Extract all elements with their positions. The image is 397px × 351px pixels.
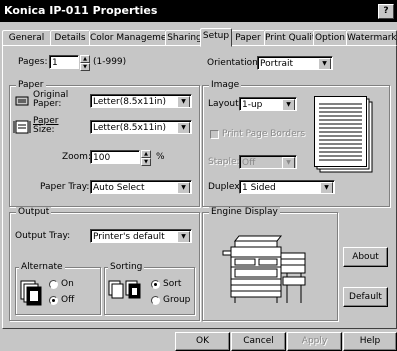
ok-button[interactable]: OK	[175, 332, 230, 351]
paper-size-value: Letter(8.5x11in)	[93, 123, 167, 133]
output-tray-value: Printer's default	[93, 232, 165, 242]
output-legend: Output	[16, 207, 52, 217]
paper-group: Paper Original Paper: Letter(8.5x11in) ▼…	[9, 80, 200, 207]
paper-tray-select[interactable]: Auto Select ▼	[90, 180, 192, 194]
alternate-on-label: On	[61, 279, 74, 289]
setup-panel: Pages: 1 ▲ ▼ (1-999) Orientation: Portrai…	[2, 45, 397, 329]
chevron-down-icon: ▼	[177, 96, 190, 107]
paper-size-select[interactable]: Letter(8.5x11in) ▼	[90, 120, 192, 134]
chevron-down-icon: ▼	[282, 157, 295, 168]
page-layout-preview	[314, 96, 373, 173]
sorting-collate-icon	[108, 280, 141, 299]
sort-label: Sort	[163, 279, 182, 289]
print-page-borders-label: Print Page Borders	[222, 129, 306, 139]
staple-value: Off	[242, 158, 256, 168]
title-bar: Konica IP-011 Properties ?	[0, 0, 397, 22]
alternate-stack-icon	[20, 280, 42, 306]
zoom-label: Zoom:	[62, 152, 91, 162]
orientation-select[interactable]: Portrait ▼	[257, 56, 333, 70]
output-tray-select[interactable]: Printer's default ▼	[90, 229, 192, 243]
sorting-group: Sorting Sort Group	[104, 262, 195, 315]
output-group: Output Output Tray: Printer's default ▼ …	[9, 207, 200, 321]
paper-legend: Paper	[16, 80, 46, 90]
zoom-spinner[interactable]: ▲ ▼	[141, 150, 151, 166]
help-button-bottom[interactable]: Help	[343, 332, 397, 351]
spin-down-icon[interactable]: ▼	[80, 63, 90, 71]
engine-display-group: Engine Display	[202, 207, 338, 321]
orientation-label: Orientation:	[207, 58, 261, 68]
orientation-value: Portrait	[260, 59, 294, 69]
pages-label: Pages:	[18, 57, 48, 67]
chevron-down-icon: ▼	[177, 122, 190, 133]
chevron-down-icon: ▼	[177, 182, 190, 193]
spin-up-icon[interactable]: ▲	[80, 55, 90, 63]
chevron-down-icon: ▼	[177, 231, 190, 242]
image-group: Image Layout: 1-up ▼ Print Page Borders …	[202, 80, 390, 207]
original-paper-label-2: Paper:	[33, 99, 62, 109]
original-paper-select[interactable]: Letter(8.5x11in) ▼	[90, 94, 192, 108]
output-tray-label: Output Tray:	[15, 231, 71, 241]
paper-size-icon	[13, 120, 31, 134]
paper-tray-value: Auto Select	[93, 183, 145, 193]
pages-spinner[interactable]: ▲ ▼	[80, 55, 90, 71]
alternate-group: Alternate On Off	[15, 262, 101, 315]
alternate-off-label: Off	[61, 295, 75, 305]
pages-input[interactable]: 1	[49, 55, 79, 69]
duplex-label: Duplex:	[208, 182, 243, 192]
tab-setup[interactable]: Setup	[200, 28, 232, 47]
sort-radio[interactable]	[151, 280, 160, 289]
alternate-on-radio[interactable]	[49, 280, 58, 289]
sorting-legend: Sorting	[108, 262, 145, 272]
chevron-down-icon: ▼	[282, 99, 295, 110]
tab-row: General Details Color Management Sharing…	[0, 28, 397, 47]
staple-select[interactable]: Off ▼	[239, 155, 297, 169]
pages-range: (1-999)	[93, 57, 127, 67]
group-label: Group	[163, 295, 191, 305]
staple-label: Staple:	[208, 157, 240, 167]
layout-label: Layout:	[208, 99, 242, 109]
cancel-button[interactable]: Cancel	[231, 332, 286, 351]
alternate-off-radio[interactable]	[49, 296, 58, 305]
help-button[interactable]: ?	[378, 4, 394, 19]
duplex-value: 1 Sided	[242, 183, 276, 193]
layout-value: 1-up	[242, 100, 263, 110]
zoom-input[interactable]: 100	[90, 150, 140, 164]
zoom-unit: %	[156, 152, 165, 162]
dialog-buttons: OK Cancel Apply Help	[0, 332, 397, 351]
apply-button[interactable]: Apply	[287, 332, 342, 351]
printer-engine-icon	[222, 235, 306, 303]
window-title: Konica IP-011 Properties	[4, 4, 158, 17]
original-paper-value: Letter(8.5x11in)	[93, 97, 167, 107]
default-button[interactable]: Default	[343, 287, 388, 307]
layout-select[interactable]: 1-up ▼	[239, 97, 297, 111]
paper-tray-label: Paper Tray:	[40, 182, 90, 192]
image-legend: Image	[209, 80, 242, 90]
paper-size-label-2: Size:	[33, 125, 55, 135]
original-paper-icon	[15, 96, 29, 106]
chevron-down-icon: ▼	[320, 182, 333, 193]
alternate-legend: Alternate	[19, 262, 65, 272]
duplex-select[interactable]: 1 Sided ▼	[239, 180, 335, 194]
group-radio[interactable]	[151, 296, 160, 305]
spin-down-icon[interactable]: ▼	[141, 158, 151, 166]
about-button[interactable]: About	[343, 247, 388, 267]
engine-display-legend: Engine Display	[209, 207, 280, 217]
print-page-borders-checkbox[interactable]	[210, 130, 219, 139]
spin-up-icon[interactable]: ▲	[141, 150, 151, 158]
chevron-down-icon: ▼	[318, 58, 331, 69]
